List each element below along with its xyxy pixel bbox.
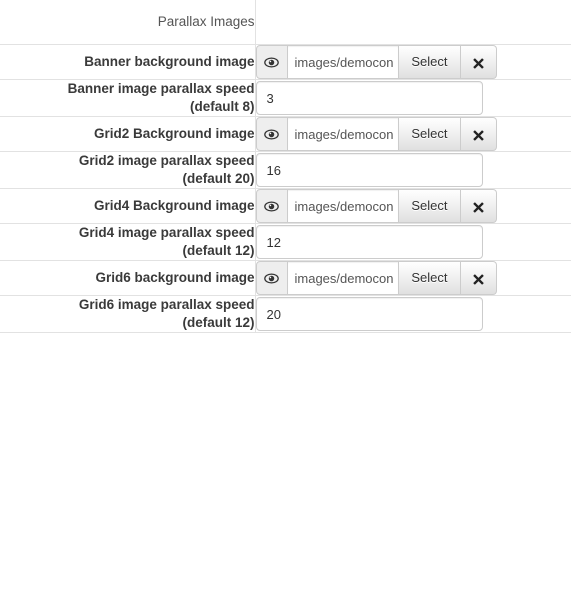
field-control-cell: Select [255, 189, 571, 224]
parallax-settings-table: Parallax Images Banner background image [0, 0, 571, 333]
table-row: Grid2 image parallax speed (default 20) [0, 151, 571, 189]
field-label-line2: (default 8) [189, 99, 255, 114]
field-label-cell: Grid4 Background image [0, 188, 256, 224]
image-path-input[interactable] [287, 45, 400, 79]
parallax-speed-input[interactable] [255, 153, 483, 187]
field-control-cell [255, 152, 571, 189]
field-label-line1: Grid2 image parallax speed [78, 153, 255, 168]
image-path-input[interactable] [287, 261, 400, 295]
section-header-label: Parallax Images [157, 14, 255, 29]
field-label: Grid4 Background image [93, 198, 255, 213]
image-path-input[interactable] [287, 117, 400, 151]
field-label-line1: Banner image parallax speed [67, 81, 255, 96]
field-label: Banner background image [84, 54, 255, 69]
eye-icon[interactable] [255, 117, 288, 151]
field-label-cell: Grid2 Background image [0, 116, 256, 152]
parallax-speed-input[interactable] [255, 81, 483, 115]
parallax-speed-input[interactable] [255, 297, 483, 331]
field-label: Grid2 Background image [93, 126, 255, 141]
eye-icon[interactable] [255, 261, 288, 295]
field-label-cell: Grid6 background image [0, 260, 256, 296]
image-picker-group: Select [255, 117, 497, 151]
field-control-cell: Select [255, 45, 571, 80]
field-control-cell [255, 80, 571, 117]
field-label-cell: Banner background image [0, 44, 256, 80]
select-button[interactable]: Select [399, 117, 461, 151]
remove-button[interactable] [460, 189, 497, 223]
table-row: Banner background image Select [0, 44, 571, 80]
eye-icon[interactable] [255, 45, 288, 79]
image-picker-group: Select [255, 189, 497, 223]
table-row: Grid6 background image Select [0, 260, 571, 296]
table-row: Grid4 Background image Select [0, 188, 571, 224]
section-header-label-cell: Parallax Images [0, 0, 256, 45]
field-label-cell: Grid4 image parallax speed (default 12) [0, 223, 256, 261]
field-control-cell: Select [255, 261, 571, 296]
select-button[interactable]: Select [399, 45, 461, 79]
table-row: Grid6 image parallax speed (default 12) [0, 295, 571, 333]
image-picker-group: Select [255, 261, 497, 295]
select-button[interactable]: Select [399, 261, 461, 295]
field-label-cell: Grid6 image parallax speed (default 12) [0, 295, 256, 333]
field-label-line1: Grid6 image parallax speed [78, 297, 255, 312]
field-label-cell: Grid2 image parallax speed (default 20) [0, 151, 256, 189]
field-control-cell: Select [255, 117, 571, 152]
remove-button[interactable] [460, 261, 497, 295]
image-path-input[interactable] [287, 189, 400, 223]
field-label-line2: (default 12) [182, 315, 255, 330]
table-row: Grid4 image parallax speed (default 12) [0, 223, 571, 261]
eye-icon[interactable] [255, 189, 288, 223]
table-row-section-header: Parallax Images [0, 0, 571, 45]
field-label-line2: (default 20) [182, 171, 255, 186]
field-label-line2: (default 12) [182, 243, 255, 258]
field-label: Grid6 background image [95, 270, 255, 285]
remove-button[interactable] [460, 117, 497, 151]
table-row: Banner image parallax speed (default 8) [0, 79, 571, 117]
select-button[interactable]: Select [399, 189, 461, 223]
parallax-speed-input[interactable] [255, 225, 483, 259]
field-control-cell [255, 224, 571, 261]
table-row: Grid2 Background image Select [0, 116, 571, 152]
section-header-field-cell [255, 0, 571, 45]
field-control-cell [255, 296, 571, 333]
field-label-cell: Banner image parallax speed (default 8) [0, 79, 256, 117]
field-label-line1: Grid4 image parallax speed [78, 225, 255, 240]
image-picker-group: Select [255, 45, 497, 79]
remove-button[interactable] [460, 45, 497, 79]
